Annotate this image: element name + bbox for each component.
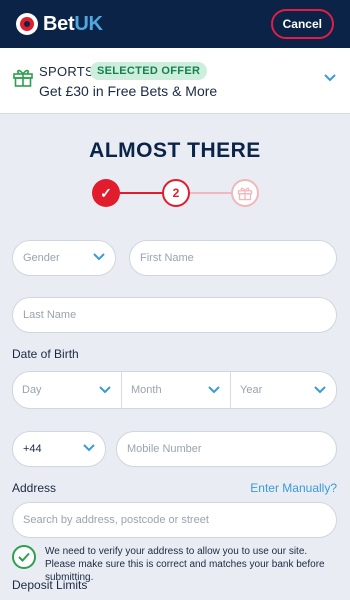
offer-description: Get £30 in Free Bets & More	[39, 83, 218, 99]
logo-target-icon	[16, 13, 38, 35]
mobile-number-input[interactable]: Mobile Number	[116, 431, 337, 467]
gift-icon	[237, 187, 253, 201]
phone-prefix-value: +44	[23, 443, 42, 455]
last-name-placeholder: Last Name	[23, 309, 77, 321]
chevron-down-icon	[99, 386, 111, 394]
page-title: ALMOST THERE	[89, 139, 261, 162]
chevron-down-icon	[83, 444, 95, 452]
gift-icon	[13, 69, 33, 87]
stepper-line-pending	[188, 192, 234, 194]
step-2-current: 2	[162, 179, 190, 207]
verify-message: We need to verify your address to allow …	[45, 546, 325, 583]
check-icon	[12, 545, 36, 569]
deposit-limits-label: Deposit Limits	[12, 578, 88, 592]
day-select[interactable]: Day	[13, 372, 121, 408]
step-1-complete: ✓	[92, 179, 120, 207]
gender-placeholder: Gender	[23, 252, 60, 264]
cancel-button[interactable]: Cancel	[270, 9, 334, 39]
stepper-line-complete	[118, 192, 164, 194]
address-search-input[interactable]: Search by address, postcode or street	[12, 502, 337, 538]
chevron-down-icon	[314, 386, 326, 394]
first-name-input[interactable]: First Name	[129, 240, 337, 276]
year-placeholder: Year	[240, 384, 263, 396]
date-of-birth-group: Day Month Year	[12, 371, 337, 409]
selected-offer-panel[interactable]: SPORTS SELECTED OFFER Get £30 in Free Be…	[0, 48, 350, 114]
step-3-gift	[231, 179, 259, 207]
chevron-down-icon	[208, 386, 220, 394]
address-placeholder: Search by address, postcode or street	[23, 514, 209, 526]
address-label: Address	[12, 481, 57, 495]
year-select[interactable]: Year	[231, 372, 336, 408]
betuk-logo[interactable]: BetUK	[16, 13, 103, 36]
month-select[interactable]: Month	[122, 372, 230, 408]
gender-select[interactable]: Gender	[12, 240, 116, 276]
registration-stepper: ✓ 2	[92, 178, 259, 208]
chevron-down-icon[interactable]	[324, 74, 336, 82]
chevron-down-icon	[93, 253, 105, 261]
app-header: BetUK Cancel	[0, 0, 350, 48]
country-code-select[interactable]: +44	[12, 431, 106, 467]
last-name-input[interactable]: Last Name	[12, 297, 337, 333]
logo-text-uk: UK	[74, 12, 103, 35]
offer-category: SPORTS	[39, 64, 95, 79]
enter-manually-link[interactable]: Enter Manually?	[250, 481, 337, 495]
day-placeholder: Day	[22, 384, 42, 396]
dob-label: Date of Birth	[12, 347, 79, 361]
mobile-placeholder: Mobile Number	[127, 443, 202, 455]
month-placeholder: Month	[131, 384, 162, 396]
logo-text-bet: Bet	[43, 12, 75, 35]
selected-offer-badge: SELECTED OFFER	[90, 62, 208, 80]
first-name-placeholder: First Name	[140, 252, 194, 264]
